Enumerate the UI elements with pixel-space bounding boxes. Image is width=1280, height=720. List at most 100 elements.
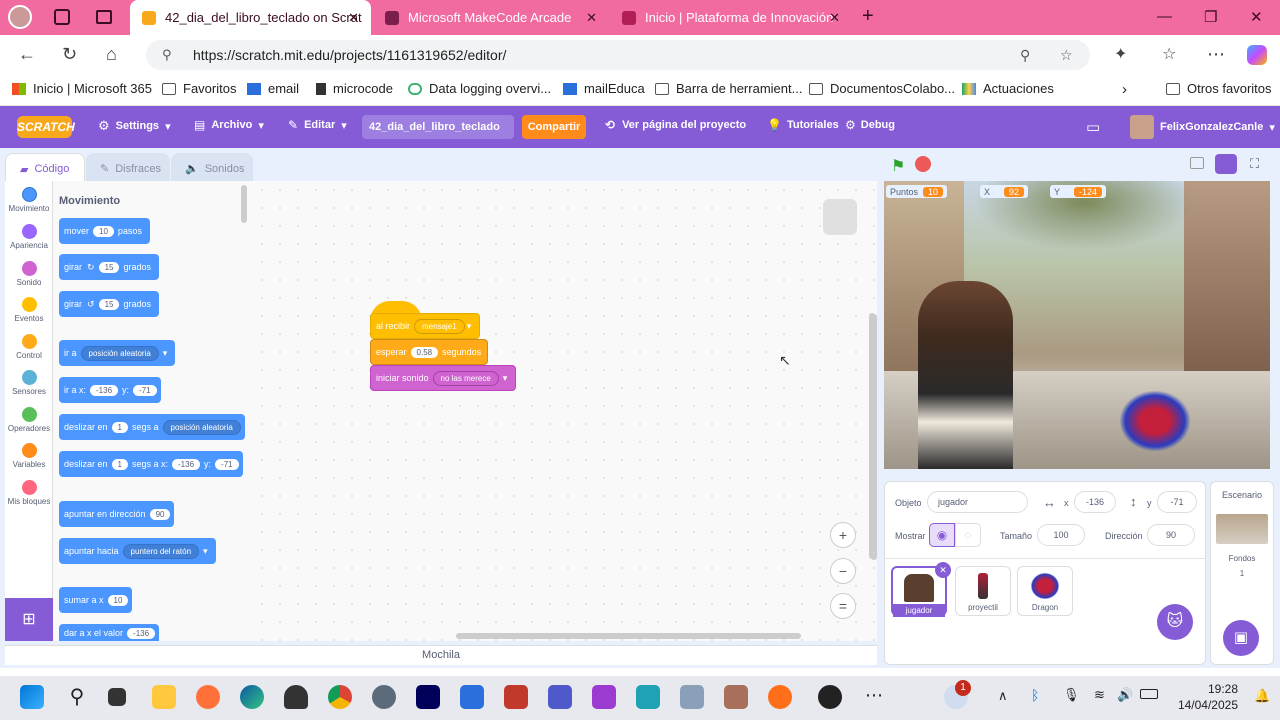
block-input[interactable]: 1: [111, 421, 128, 433]
fish-app-icon[interactable]: [768, 685, 792, 709]
favorite-star-icon[interactable]: ☆: [1060, 40, 1073, 70]
fav-documentos[interactable]: DocumentosColabo...: [809, 81, 955, 96]
backpack[interactable]: Mochila: [5, 645, 877, 665]
block-dropdown[interactable]: mensaje1: [414, 318, 465, 334]
tab-costumes[interactable]: ✎ Disfraces: [86, 153, 170, 184]
home-icon[interactable]: ⌂: [106, 44, 117, 65]
settings-icon[interactable]: [372, 685, 396, 709]
stage-scrollbar[interactable]: [871, 314, 877, 560]
bluetooth-icon[interactable]: ᛒ: [1031, 687, 1039, 703]
workspaces-icon[interactable]: [54, 9, 70, 25]
block-dropdown[interactable]: puntero del ratón: [122, 543, 200, 559]
category-operators[interactable]: Operadores: [5, 407, 53, 433]
windows-start-icon[interactable]: [20, 685, 44, 709]
fav-otros[interactable]: Otros favoritos: [1166, 81, 1272, 96]
small-stage-icon[interactable]: [1190, 157, 1204, 169]
account-menu[interactable]: FelixGonzalezCanle ▾: [1130, 115, 1275, 139]
category-sound[interactable]: Sonido: [5, 261, 53, 287]
direction-field[interactable]: 90: [1147, 524, 1195, 546]
category-events[interactable]: Eventos: [5, 297, 53, 323]
tab-scratch[interactable]: 42_dia_del_libro_teclado on Scrat ✕: [130, 0, 371, 35]
minimize-icon[interactable]: —: [1157, 8, 1172, 25]
delete-sprite-icon[interactable]: ✕: [935, 562, 951, 578]
refresh-icon[interactable]: ↻: [62, 44, 77, 65]
firefox-icon[interactable]: [196, 685, 220, 709]
fav-favoritos[interactable]: Favoritos: [162, 81, 236, 96]
workspace-hscrollbar[interactable]: [456, 633, 801, 639]
sprite-jugador[interactable]: [918, 281, 1013, 469]
block-glide-xy[interactable]: deslizar en 1 segs a x: -136 y: -71: [59, 451, 243, 477]
block-wait[interactable]: esperar 0.58 segundos: [370, 339, 489, 365]
block-start-sound[interactable]: iniciar sonido no las merece ▾: [370, 365, 517, 391]
clock-date[interactable]: 14/04/2025: [1172, 698, 1238, 712]
block-input[interactable]: 0.58: [410, 346, 439, 358]
puzzle-app-icon[interactable]: [592, 685, 616, 709]
add-sprite-button[interactable]: 🐱: [1157, 604, 1193, 640]
file-explorer-icon[interactable]: [152, 685, 176, 709]
zoom-out-button[interactable]: −: [830, 558, 856, 584]
block-input[interactable]: -136: [127, 628, 156, 639]
stage-selector-pane[interactable]: Escenario Fondos 1 ▣: [1210, 481, 1274, 665]
teams-icon[interactable]: [548, 685, 572, 709]
close-tab-icon[interactable]: ✕: [829, 10, 840, 26]
restore-icon[interactable]: ❐: [1204, 8, 1217, 26]
tutorials-button[interactable]: 💡 Tutoriales: [767, 118, 839, 132]
category-looks[interactable]: Apariencia: [5, 224, 53, 250]
block-set-x[interactable]: dar a x el valor -136: [59, 624, 160, 641]
sprite-name-field[interactable]: jugador: [927, 491, 1028, 513]
volume-icon[interactable]: 🔊: [1117, 687, 1133, 703]
sprite-thumb-proyectil[interactable]: proyectil: [955, 566, 1011, 616]
block-input[interactable]: 15: [98, 261, 120, 273]
block-point-direction[interactable]: apuntar en dirección 90: [59, 501, 175, 527]
sprite-dragon[interactable]: [1120, 391, 1190, 451]
debug-button[interactable]: ⚙ Debug: [845, 118, 895, 132]
block-goto-xy[interactable]: ir a x: -136 y: -71: [59, 377, 161, 403]
extensions-icon[interactable]: ✦: [1114, 44, 1127, 64]
block-input[interactable]: 90: [149, 508, 171, 520]
zoom-in-button[interactable]: +: [830, 522, 856, 548]
tray-chevron-icon[interactable]: ∧: [998, 688, 1008, 704]
edit-menu[interactable]: ✎ Editar ▾: [288, 118, 347, 132]
app-recording-icon[interactable]: [818, 685, 842, 709]
zoom-reset-button[interactable]: =: [830, 593, 856, 619]
tab-code[interactable]: ▰ Código: [5, 153, 85, 184]
tab-actions-icon[interactable]: [96, 10, 112, 24]
category-control[interactable]: Control: [5, 334, 53, 360]
close-window-icon[interactable]: ✕: [1250, 8, 1263, 26]
category-myblocks[interactable]: Mis bloques: [5, 480, 53, 506]
audition-icon[interactable]: [416, 685, 440, 709]
block-turn-left[interactable]: girar ↺ 15 grados: [59, 291, 159, 317]
tab-innovacion[interactable]: Inicio | Plataforma de Innovación ✕: [612, 0, 852, 35]
palette-scrollbar[interactable]: [241, 185, 247, 223]
fav-more-chevron-icon[interactable]: ›: [1122, 81, 1127, 98]
block-dropdown[interactable]: posición aleatoria: [162, 419, 241, 435]
code-workspace[interactable]: al recibir mensaje1 ▾ esperar 0.58 segundos …: [253, 181, 877, 641]
block-glide-random[interactable]: deslizar en 1 segs a posición aleatoria: [59, 414, 245, 440]
battery-icon[interactable]: [1140, 689, 1158, 699]
my-stuff-icon[interactable]: ▭: [1086, 118, 1100, 136]
block-input[interactable]: 1: [111, 458, 128, 470]
inkscape-icon[interactable]: [284, 685, 308, 709]
fav-microcode[interactable]: microcode: [316, 81, 393, 96]
x-field[interactable]: -136: [1074, 491, 1116, 513]
add-extension-button[interactable]: ⊞: [5, 598, 53, 641]
block-turn-right[interactable]: girar ↻ 15 grados: [59, 254, 159, 280]
microphone-icon[interactable]: 🎙: [1063, 687, 1080, 703]
fav-barra[interactable]: Barra de herramient...: [655, 81, 802, 96]
close-tab-icon[interactable]: ✕: [348, 10, 359, 26]
block-input[interactable]: -136: [172, 458, 201, 470]
stage-canvas[interactable]: Puntos 10 X 92 Y -124: [884, 181, 1270, 469]
size-field[interactable]: 100: [1037, 524, 1085, 546]
block-move-steps[interactable]: mover 10 pasos: [59, 218, 150, 244]
more-menu-icon[interactable]: ⋯: [1207, 44, 1225, 65]
block-input[interactable]: -71: [215, 458, 239, 470]
block-input[interactable]: -71: [133, 384, 157, 396]
fullscreen-icon[interactable]: ⛶: [1250, 156, 1259, 172]
chrome-icon[interactable]: [328, 685, 352, 709]
toolbox-icon[interactable]: [724, 685, 748, 709]
search-icon[interactable]: ⚲: [65, 685, 89, 709]
edu-icon[interactable]: [636, 685, 660, 709]
block-dropdown[interactable]: posición aleatoria: [80, 345, 159, 361]
file-menu[interactable]: ▤ Archivo ▾: [194, 118, 264, 132]
category-variables[interactable]: Variables: [5, 443, 53, 469]
